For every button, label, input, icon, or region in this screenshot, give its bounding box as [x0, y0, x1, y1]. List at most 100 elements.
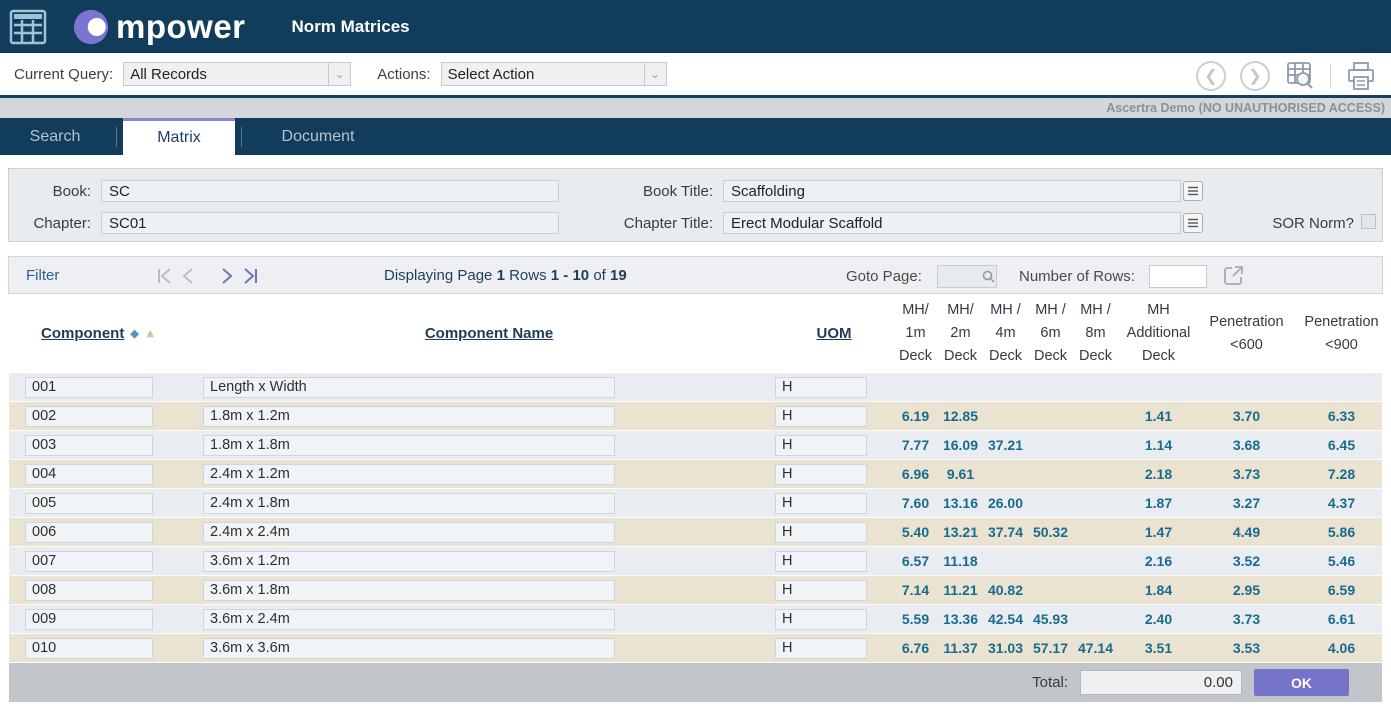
previous-page-icon[interactable] [177, 264, 201, 288]
uom-cell-input[interactable] [775, 609, 867, 630]
component-name-cell-input[interactable] [203, 406, 615, 427]
component-cell-input[interactable] [25, 551, 153, 572]
tab-document[interactable]: Document [248, 118, 388, 155]
table-row: 7.14 11.21 40.82 1.84 2.95 6.59 [9, 576, 1382, 605]
goto-page-input[interactable] [938, 266, 981, 287]
uom-cell-input[interactable] [775, 435, 867, 456]
sort-ascending-icon[interactable]: ▲ [145, 328, 156, 340]
component-name-cell-input[interactable] [203, 609, 615, 630]
component-cell-input[interactable] [25, 377, 153, 398]
chevron-down-icon: ⌄ [328, 63, 350, 85]
book-input[interactable] [101, 180, 559, 202]
book-title-input[interactable] [723, 180, 1181, 202]
mpower-logo-icon [73, 8, 111, 46]
app-grid-icon[interactable] [9, 9, 47, 45]
column-header-line: MH [1147, 299, 1170, 322]
mh-4m-deck-value: 31.03 [983, 640, 1028, 656]
actions-label: Actions: [377, 66, 430, 83]
column-header-line: MH / [1035, 299, 1066, 322]
table-row: 5.59 13.36 42.54 45.93 2.40 3.73 6.61 [9, 605, 1382, 634]
sort-diamond-icon[interactable]: ◆ [130, 327, 138, 340]
mh-additional-deck-value: 3.51 [1118, 640, 1199, 656]
uom-cell-input[interactable] [775, 493, 867, 514]
table-search-icon[interactable] [1284, 60, 1316, 92]
column-header: MH /4mDeck [983, 299, 1028, 368]
last-page-icon[interactable] [239, 264, 263, 288]
column-header-uom[interactable]: UOM [775, 325, 893, 342]
component-name-cell-input[interactable] [203, 435, 615, 456]
component-cell-input[interactable] [25, 522, 153, 543]
first-page-icon[interactable] [153, 264, 177, 288]
uom-cell-input[interactable] [775, 464, 867, 485]
actions-select[interactable]: Select Action ⌄ [441, 62, 667, 86]
mh-additional-deck-value: 1.87 [1118, 495, 1199, 511]
penetration-900-value: 6.33 [1294, 408, 1389, 424]
uom-cell-input[interactable] [775, 580, 867, 601]
column-header-line: Deck [989, 345, 1022, 368]
chapter-title-notes-icon[interactable] [1183, 213, 1203, 233]
current-query-select[interactable]: All Records ⌄ [123, 62, 351, 86]
penetration-600-value: 3.27 [1199, 495, 1294, 511]
previous-record-button[interactable]: ❮ [1196, 61, 1226, 91]
mh-2m-deck-value: 13.36 [938, 611, 983, 627]
component-cell-input[interactable] [25, 609, 153, 630]
component-cell-input[interactable] [25, 493, 153, 514]
penetration-600-value: 3.73 [1199, 611, 1294, 627]
tab-matrix[interactable]: Matrix [123, 118, 235, 155]
filter-link[interactable]: Filter [26, 267, 59, 284]
uom-cell-input[interactable] [775, 522, 867, 543]
chapter-title-input[interactable] [723, 212, 1181, 234]
tab-search[interactable]: Search [0, 118, 110, 155]
table-row: 6.96 9.61 2.18 3.73 7.28 [9, 460, 1382, 489]
mh-4m-deck-value: 42.54 [983, 611, 1028, 627]
total-row-count: 19 [610, 267, 627, 284]
next-record-button[interactable]: ❯ [1240, 61, 1270, 91]
page-number: 1 [497, 267, 505, 284]
component-cell-input[interactable] [25, 638, 153, 659]
component-name-cell-input[interactable] [203, 493, 615, 514]
component-name-cell-input[interactable] [203, 638, 615, 659]
pagination-status: Displaying Page 1 Rows 1 - 10 of 19 [384, 267, 627, 284]
app-name: mpower [116, 10, 246, 43]
column-header-component[interactable]: Component ◆ ▲ [9, 325, 203, 342]
toolbar: Current Query: All Records ⌄ Actions: Se… [0, 53, 1391, 98]
penetration-600-value: 3.73 [1199, 466, 1294, 482]
mh-4m-deck-value: 37.74 [983, 524, 1028, 540]
total-label: Total: [1032, 674, 1068, 691]
uom-cell-input[interactable] [775, 638, 867, 659]
component-name-cell-input[interactable] [203, 377, 615, 398]
ok-button[interactable]: OK [1254, 669, 1349, 696]
component-cell-input[interactable] [25, 406, 153, 427]
uom-cell-input[interactable] [775, 551, 867, 572]
component-cell-input[interactable] [25, 464, 153, 485]
number-of-rows-input[interactable] [1149, 265, 1207, 288]
current-query-value: All Records [124, 66, 207, 83]
mh-2m-deck-value: 9.61 [938, 466, 983, 482]
component-name-cell-input[interactable] [203, 551, 615, 572]
component-name-cell-input[interactable] [203, 580, 615, 601]
component-cell-input[interactable] [25, 580, 153, 601]
print-icon[interactable] [1345, 60, 1377, 92]
mh-2m-deck-value: 13.21 [938, 524, 983, 540]
open-in-window-icon[interactable] [1221, 263, 1247, 289]
uom-cell-input[interactable] [775, 406, 867, 427]
sor-norm-checkbox[interactable] [1361, 214, 1376, 229]
search-icon[interactable] [981, 269, 996, 284]
table-header-row: Component ◆ ▲ Component Name UOM MH/1mDe… [9, 294, 1382, 373]
total-input[interactable] [1080, 670, 1242, 695]
environment-banner: Ascertra Demo (NO UNAUTHORISED ACCESS) [0, 98, 1391, 118]
column-header-component-name[interactable]: Component Name [203, 325, 775, 342]
book-title-notes-icon[interactable] [1183, 181, 1203, 201]
next-page-icon[interactable] [215, 264, 239, 288]
uom-cell-input[interactable] [775, 377, 867, 398]
component-cell-input[interactable] [25, 435, 153, 456]
component-name-cell-input[interactable] [203, 522, 615, 543]
sor-norm-label: SOR Norm? [1264, 215, 1354, 232]
component-name-cell-input[interactable] [203, 464, 615, 485]
mh-additional-deck-value: 1.47 [1118, 524, 1199, 540]
table-body: 6.19 12.85 1.41 3.70 6.33 7.77 16.09 37.… [9, 373, 1382, 663]
column-header-line: 2m [950, 322, 970, 345]
mh-2m-deck-value: 11.21 [938, 582, 983, 598]
penetration-900-value: 6.45 [1294, 437, 1389, 453]
chapter-input[interactable] [101, 212, 559, 234]
